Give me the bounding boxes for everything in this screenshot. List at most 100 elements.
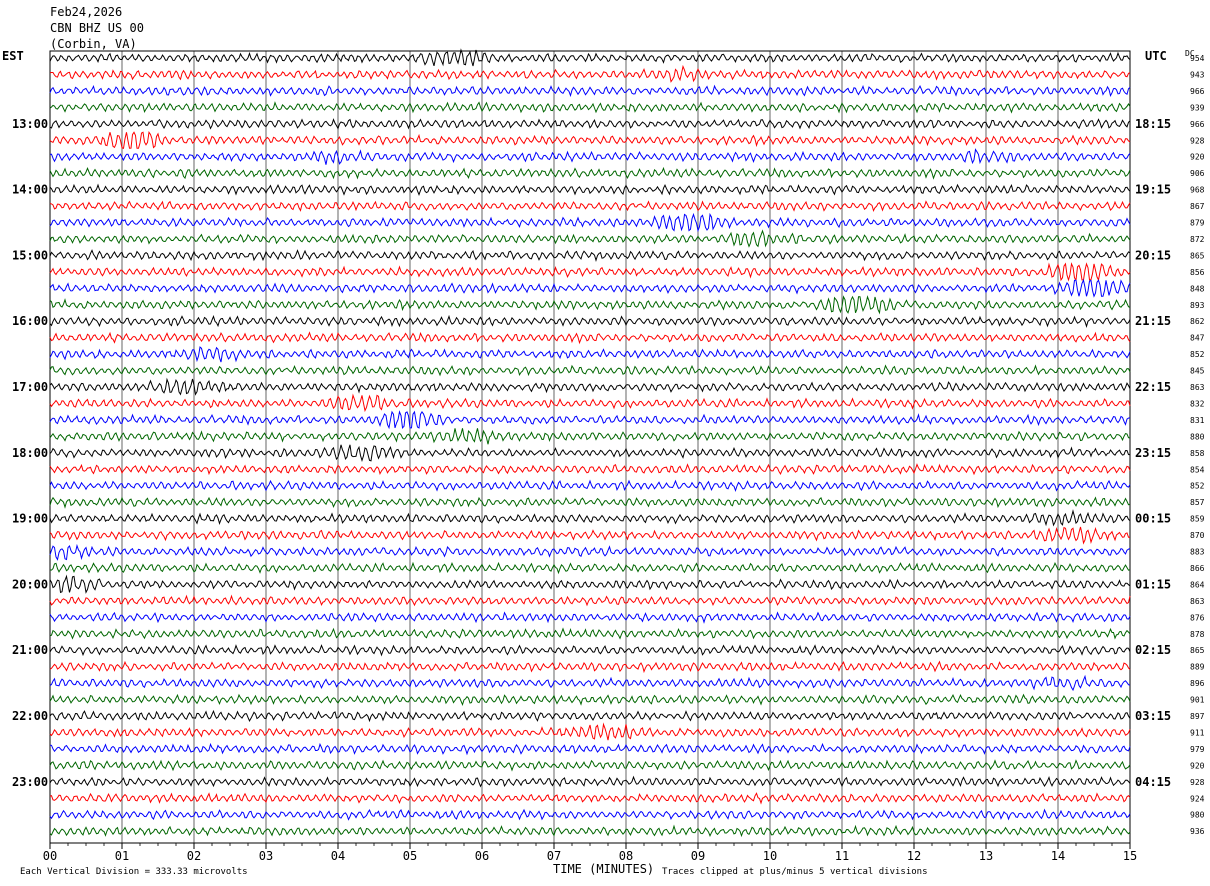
right-hour-label: 21:15 — [1135, 314, 1171, 328]
dc-value: 862 — [1190, 317, 1205, 326]
seismic-trace — [49, 479, 1131, 493]
dc-value: 872 — [1190, 235, 1205, 244]
x-tick-label: 01 — [115, 849, 129, 863]
left-hour-label: 15:00 — [12, 248, 48, 262]
dc-value: 831 — [1190, 416, 1205, 425]
plot-date: Feb24,2026 — [50, 5, 123, 19]
x-tick-label: 06 — [475, 849, 489, 863]
plot-frame — [49, 50, 1131, 844]
x-tick-label: 09 — [691, 849, 705, 863]
seismic-trace — [49, 792, 1131, 805]
x-tick-label: 05 — [403, 849, 417, 863]
dc-value: 893 — [1190, 301, 1205, 310]
dc-value: 968 — [1190, 186, 1205, 195]
seismic-trace — [49, 229, 1131, 248]
dc-value: 979 — [1190, 745, 1205, 754]
seismic-trace — [49, 574, 1131, 594]
seismic-trace — [49, 64, 1131, 83]
dc-value: 936 — [1190, 827, 1205, 836]
dc-value: 854 — [1190, 465, 1205, 474]
seismic-trace — [49, 463, 1131, 476]
left-hour-label: 23:00 — [12, 775, 48, 789]
dc-value: 943 — [1190, 70, 1205, 79]
x-tick-label: 11 — [835, 849, 849, 863]
seismic-trace — [49, 709, 1131, 723]
seismic-trace — [49, 84, 1131, 98]
right-timezone: UTC — [1145, 49, 1167, 63]
dc-value: 870 — [1190, 531, 1205, 540]
seismic-trace — [49, 526, 1130, 545]
seismic-trace — [49, 377, 1131, 396]
seismic-trace — [49, 444, 1131, 463]
x-tick-label: 14 — [1051, 849, 1065, 863]
seismic-trace — [49, 278, 1131, 298]
right-hour-label: 03:15 — [1135, 709, 1171, 723]
dc-value: 852 — [1190, 482, 1205, 491]
right-hour-label: 02:15 — [1135, 643, 1171, 657]
right-hour-label: 19:15 — [1135, 183, 1171, 197]
dc-value: 863 — [1190, 597, 1205, 606]
dc-value: 939 — [1190, 103, 1205, 112]
left-hour-label: 22:00 — [12, 709, 48, 723]
seismic-trace — [49, 808, 1131, 821]
dc-value: 980 — [1190, 811, 1205, 820]
seismic-trace — [49, 543, 1131, 561]
dc-value: 848 — [1190, 284, 1205, 293]
x-tick-label: 03 — [259, 849, 273, 863]
x-tick-label: 10 — [763, 849, 777, 863]
dc-value: 863 — [1190, 383, 1205, 392]
dc-value: 920 — [1190, 761, 1205, 770]
dc-value: 901 — [1190, 696, 1205, 705]
right-hour-label: 18:15 — [1135, 117, 1171, 131]
dc-value: 889 — [1190, 663, 1205, 672]
dc-value: 896 — [1190, 679, 1205, 688]
seismic-trace — [49, 48, 1131, 67]
dc-value: 879 — [1190, 219, 1205, 228]
seismic-trace — [49, 722, 1131, 741]
dc-value: 832 — [1190, 399, 1205, 408]
scale-note: Each Vertical Division = 333.33 microvol… — [20, 867, 248, 877]
seismic-trace — [49, 331, 1131, 345]
seismic-trace — [49, 410, 1131, 430]
dc-value: 880 — [1190, 432, 1205, 441]
seismic-trace — [49, 594, 1131, 607]
dc-value: 865 — [1190, 646, 1205, 655]
seismic-trace — [49, 742, 1131, 756]
seismic-trace — [49, 295, 1131, 315]
left-hour-label: 20:00 — [12, 577, 48, 591]
seismic-trace — [49, 364, 1131, 377]
seismic-trace — [49, 428, 1131, 445]
x-tick-label: 12 — [907, 849, 921, 863]
left-hour-label: 13:00 — [12, 117, 48, 131]
seismic-trace — [49, 693, 1131, 707]
seismic-trace — [49, 262, 1131, 282]
x-tick-label: 13 — [979, 849, 993, 863]
station-location: (Corbin, VA) — [50, 37, 137, 51]
seismic-trace — [49, 212, 1131, 233]
x-axis-title: TIME (MINUTES) — [553, 862, 655, 876]
dc-value: 876 — [1190, 613, 1205, 622]
seismic-trace — [49, 496, 1131, 509]
seismic-trace — [49, 166, 1131, 180]
dc-value: 924 — [1190, 794, 1205, 803]
station-name: CBN BHZ US 00 — [50, 21, 144, 35]
dc-value: 883 — [1190, 548, 1205, 557]
x-tick-label: 08 — [619, 849, 633, 863]
seismic-trace — [49, 118, 1131, 130]
seismic-trace — [49, 130, 1131, 149]
dc-value: 866 — [1190, 564, 1205, 573]
dc-value: 864 — [1190, 580, 1205, 589]
left-hour-label: 16:00 — [12, 314, 48, 328]
x-tick-label: 15 — [1123, 849, 1137, 863]
seismic-trace — [49, 759, 1131, 772]
right-hour-label: 22:15 — [1135, 380, 1171, 394]
seismic-trace — [49, 674, 1131, 692]
x-tick-label: 02 — [187, 849, 201, 863]
dc-value: 906 — [1190, 169, 1205, 178]
seismic-trace — [49, 561, 1131, 575]
seismic-trace — [49, 509, 1131, 527]
dc-value: 928 — [1190, 778, 1205, 787]
dc-value: 852 — [1190, 350, 1205, 359]
dc-header: DC — [1185, 49, 1195, 58]
dc-value: 859 — [1190, 515, 1205, 524]
